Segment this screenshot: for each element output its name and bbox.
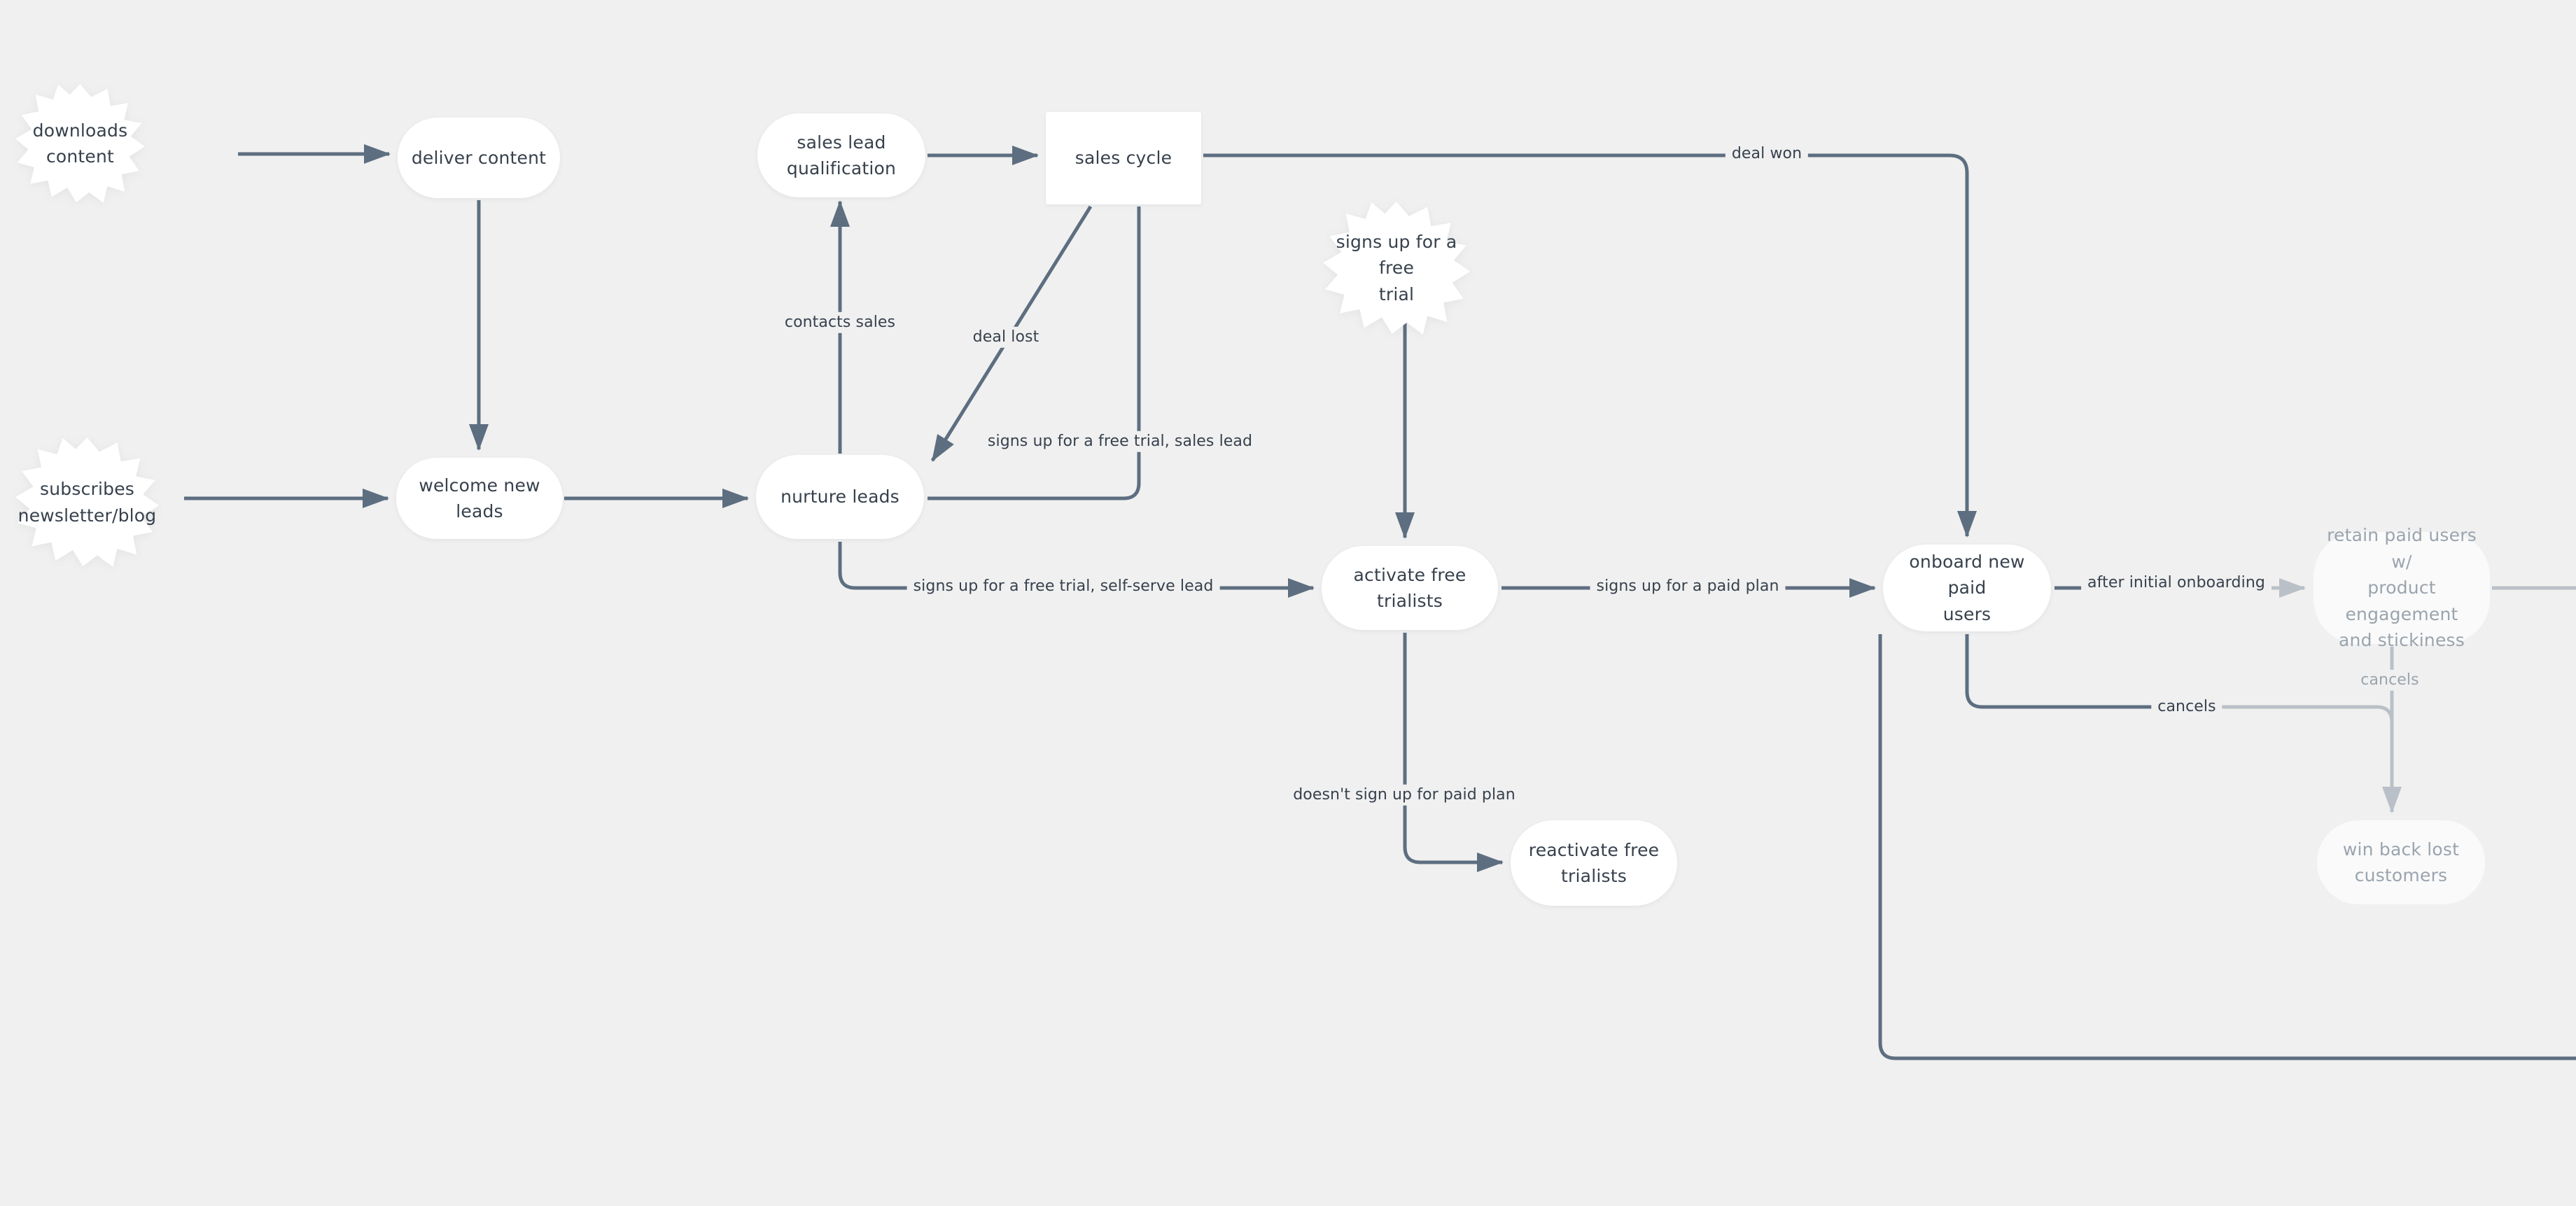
- node-label: retain paid users w/product engagement an…: [2327, 525, 2477, 651]
- node-downloads-content[interactable]: downloads content: [15, 84, 145, 203]
- node-label: welcome new leads: [419, 475, 540, 522]
- edge-label-deal-won: deal won: [1725, 143, 1809, 165]
- node-deliver-content[interactable]: deliver content: [398, 118, 560, 198]
- node-sales-cycle[interactable]: sales cycle: [1046, 112, 1201, 204]
- edge-label-signs-up-paid-plan: signs up for a paid plan: [1590, 575, 1786, 598]
- node-label: downloads content: [32, 120, 128, 167]
- diagram-canvas: downloads content deliver content subscr…: [0, 0, 2576, 1206]
- node-reactivate-free-trialists[interactable]: reactivate free trialists: [1511, 820, 1677, 906]
- node-label: reactivate free trialists: [1528, 839, 1660, 887]
- node-activate-free-trialists[interactable]: activate free trialists: [1322, 546, 1498, 630]
- node-subscribes-newsletter[interactable]: subscribes newsletter/blog: [15, 437, 159, 567]
- edge-activate-to-reactivate: [1403, 633, 1504, 873]
- node-win-back-lost-customers[interactable]: win back lost customers: [2317, 820, 2485, 904]
- edge-label-free-trial-self-serve: signs up for a free trial, self-serve le…: [906, 575, 1220, 598]
- edge-label-cancels-retain: cancels: [2354, 669, 2426, 692]
- node-label: signs up for a free trial: [1336, 231, 1457, 304]
- node-label: win back lost customers: [2342, 839, 2460, 886]
- node-label: onboard new paid users: [1909, 551, 2025, 624]
- node-nurture-leads[interactable]: nurture leads: [756, 455, 924, 539]
- edge-label-doesnt-sign-up-paid-plan: doesn't sign up for paid plan: [1287, 784, 1522, 806]
- edge-layer: [184, 144, 2576, 1060]
- edge-cancels-join: [2204, 705, 2394, 723]
- node-label: subscribes newsletter/blog: [18, 479, 157, 526]
- node-signs-up-free-trial[interactable]: signs up for a free trial: [1323, 202, 1470, 335]
- node-label: activate free trialists: [1353, 564, 1466, 612]
- node-sales-lead-qualification[interactable]: sales lead qualification: [757, 113, 925, 197]
- node-retain-paid-users[interactable]: retain paid users w/product engagement an…: [2314, 525, 2490, 650]
- edge-layer-overlay: [2054, 586, 2107, 590]
- edge-onboard-to-winback: [1965, 634, 2170, 709]
- edge-label-deal-lost: deal lost: [966, 326, 1046, 349]
- node-welcome-new-leads[interactable]: welcome new leads: [396, 458, 563, 539]
- edge-label-contacts-sales: contacts sales: [778, 311, 902, 334]
- edge-label-after-initial-onboarding: after initial onboarding: [2081, 572, 2272, 594]
- edge-label-free-trial-sales-lead: signs up for a free trial, sales lead: [981, 430, 1259, 453]
- node-label: sales lead qualification: [786, 132, 897, 179]
- node-label: sales cycle: [1074, 148, 1172, 169]
- edge-salescycle-to-onboard: [1203, 153, 1977, 538]
- edge-label-cancels-onboard: cancels: [2151, 696, 2222, 718]
- node-label: deliver content: [411, 147, 547, 168]
- edge-salescycle-to-nurture-trial: [927, 206, 1141, 500]
- node-onboard-new-paid-users[interactable]: onboard new paid users: [1883, 545, 2051, 631]
- node-label: nurture leads: [780, 486, 899, 507]
